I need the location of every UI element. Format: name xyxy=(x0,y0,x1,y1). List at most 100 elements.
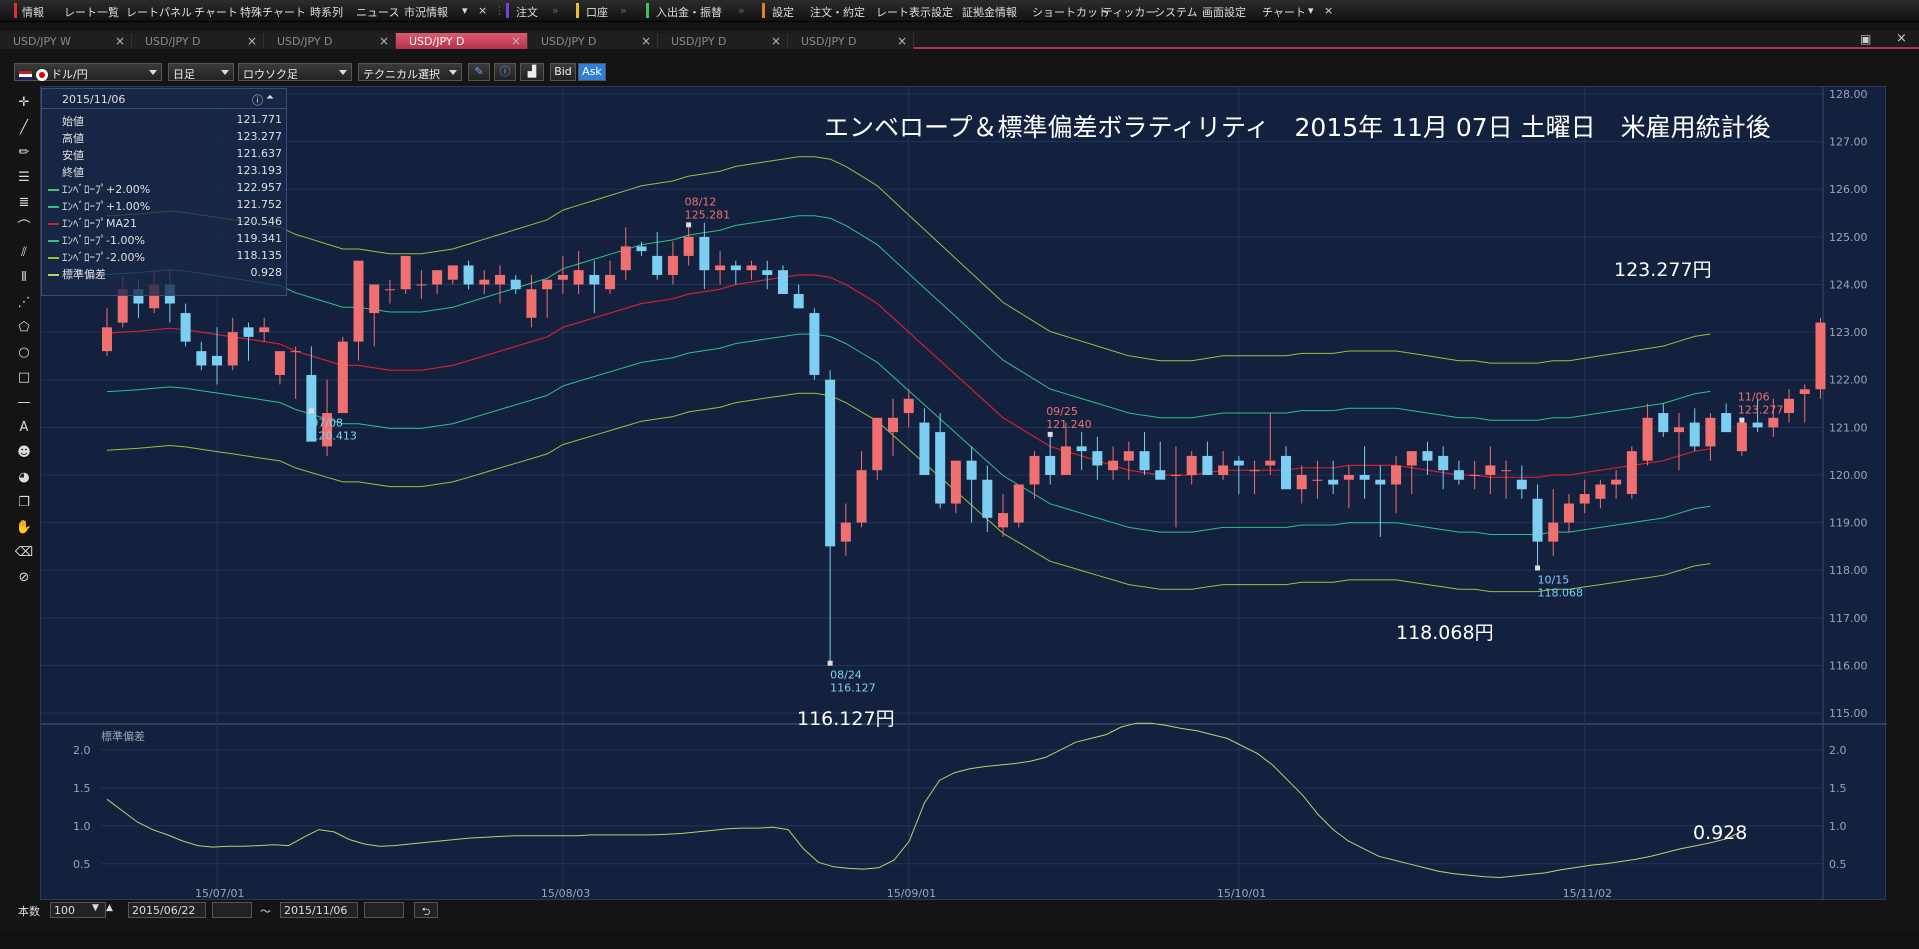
candle-body xyxy=(337,341,348,414)
close-window-icon[interactable]: × xyxy=(1896,31,1907,46)
menu-rate-display-settings[interactable]: レート表示設定 xyxy=(876,4,953,20)
candle-body xyxy=(1658,413,1669,433)
eraser-icon[interactable]: ⌫ xyxy=(12,542,36,564)
tab-label: USD/JPY D xyxy=(541,35,597,48)
info-icon[interactable]: ⓘ xyxy=(494,63,516,81)
menu-screen-settings[interactable]: 画面設定 xyxy=(1202,4,1246,20)
menu-chart-2[interactable]: チャート xyxy=(1262,4,1306,20)
crosshair-icon[interactable]: ✛ xyxy=(12,92,36,114)
candle-body xyxy=(290,351,301,353)
color-icon[interactable]: ◕ xyxy=(12,467,36,489)
close-icon[interactable]: × xyxy=(897,34,907,48)
menu-separator xyxy=(646,3,649,18)
info-row: ｴﾝﾍﾞﾛｰﾌﾟMA21 120.546 xyxy=(48,215,282,230)
rectangle-icon[interactable]: □ xyxy=(12,367,36,389)
menu-system[interactable]: システム xyxy=(1154,4,1198,20)
candle-body xyxy=(1391,465,1402,485)
polygon-icon[interactable]: ⬠ xyxy=(12,317,36,339)
menu-settings[interactable]: 設定 xyxy=(772,4,794,20)
candle-body xyxy=(1563,503,1574,523)
close-icon[interactable]: × xyxy=(247,34,257,48)
hline-icon[interactable]: — xyxy=(12,392,36,414)
vertical-lines-icon[interactable]: ⦀ xyxy=(12,267,36,289)
menu-news[interactable]: ニュース xyxy=(356,4,399,20)
fan-icon[interactable]: ⌒ xyxy=(12,217,36,239)
candle-body xyxy=(935,432,946,504)
trendline-icon[interactable]: ╱ xyxy=(12,117,36,139)
emoji-icon[interactable]: ☻ xyxy=(12,442,36,464)
candle-body xyxy=(1532,498,1543,542)
pen-icon[interactable]: ✎ xyxy=(468,63,490,81)
close-icon[interactable]: × xyxy=(641,34,651,48)
close-icon[interactable]: × xyxy=(771,34,781,48)
info-icon[interactable]: ⓘ xyxy=(252,92,263,108)
horizontal-lines-icon[interactable]: ☰ xyxy=(12,167,36,189)
menu-rate-list[interactable]: レート一覧 xyxy=(64,4,119,20)
menu-shortcut[interactable]: ショートカット xyxy=(1032,4,1109,20)
hand-icon[interactable]: ✋ xyxy=(12,517,36,539)
close-icon[interactable]: × xyxy=(478,4,487,17)
candle-body xyxy=(1752,422,1763,428)
currency-pair-label: ドル/円 xyxy=(51,68,88,81)
fibonacci-icon[interactable]: ≣ xyxy=(12,192,36,214)
tab-usdjpy-w[interactable]: USD/JPY W × xyxy=(0,33,132,49)
to-time-input[interactable] xyxy=(364,902,404,918)
info-row: 始値 121.771 xyxy=(48,113,282,128)
candle-body xyxy=(888,417,898,433)
to-date-input[interactable]: 2015/11/06 xyxy=(280,902,358,918)
y-tick-label: 125.00 xyxy=(1829,231,1868,244)
from-date-input[interactable]: 2015/06/22 xyxy=(128,902,206,918)
menu-timeseries[interactable]: 時系列 xyxy=(310,4,343,20)
refresh-button[interactable]: ⮌ xyxy=(414,902,438,918)
from-time-input[interactable] xyxy=(212,902,252,918)
menu-chart[interactable]: チャート xyxy=(194,4,238,20)
technical-select[interactable]: テクニカル選択 xyxy=(358,63,462,81)
menu-dropdown-icon[interactable]: ▾ xyxy=(1308,4,1314,17)
text-icon[interactable]: A xyxy=(12,417,36,439)
period-select[interactable]: 日足 xyxy=(168,63,234,81)
increment-icon[interactable]: ▲ xyxy=(106,903,113,913)
ruler-icon[interactable]: ✏ xyxy=(12,142,36,164)
copy-icon[interactable]: ❐ xyxy=(12,492,36,514)
menu-ticker[interactable]: ティッカー xyxy=(1102,4,1156,20)
close-icon[interactable]: × xyxy=(511,34,521,48)
tab-usdjpy-d-2[interactable]: USD/JPY D × xyxy=(264,33,396,49)
collapse-icon[interactable]: ⏶ xyxy=(266,92,274,103)
menu-dropdown-icon[interactable]: ▾ xyxy=(462,4,468,17)
candle-body xyxy=(573,270,584,285)
close-icon[interactable]: × xyxy=(1324,4,1333,17)
maximize-icon[interactable]: ▣ xyxy=(1860,32,1871,46)
circle-icon[interactable]: ○ xyxy=(12,342,36,364)
menu-special-chart[interactable]: 特殊チャート xyxy=(240,4,306,20)
info-row-label: 終値 xyxy=(62,166,84,179)
area-chart-icon[interactable]: ▟ xyxy=(520,63,544,81)
chart-style-select[interactable]: ロウソク足 xyxy=(238,63,352,81)
menu-order-execution[interactable]: 注文・約定 xyxy=(810,4,865,20)
decrement-icon[interactable]: ▼ xyxy=(92,903,99,913)
menu-order[interactable]: 注文 xyxy=(516,4,538,20)
close-icon[interactable]: × xyxy=(115,34,125,48)
price-chart-svg[interactable]: 115.00 116.00 117.00 118.00 119.00 120.00 121.… xyxy=(41,87,1887,903)
y-tick-label: 120.00 xyxy=(1829,469,1868,482)
pitchfork-icon[interactable]: ⋰ xyxy=(12,292,36,314)
chart-area[interactable]: 115.00 116.00 117.00 118.00 119.00 120.00 121.… xyxy=(40,86,1887,903)
menu-market-info[interactable]: 市況情報 xyxy=(404,4,448,20)
menu-info[interactable]: 情報 xyxy=(22,4,44,20)
bid-button[interactable]: Bid xyxy=(550,63,576,81)
menu-account[interactable]: 口座 xyxy=(586,4,608,20)
y-tick-label: 116.00 xyxy=(1829,659,1868,672)
menu-rate-panel[interactable]: レートパネル xyxy=(126,4,192,20)
tab-usdjpy-d-4[interactable]: USD/JPY D × xyxy=(528,33,658,49)
erase-all-icon[interactable]: ⊘ xyxy=(12,567,36,589)
menu-deposit-transfer[interactable]: 入出金・振替 xyxy=(656,4,722,20)
tab-usdjpy-d-5[interactable]: USD/JPY D × xyxy=(658,33,788,49)
tab-usdjpy-d-6[interactable]: USD/JPY D × xyxy=(788,33,914,49)
menu-margin-info[interactable]: 証拠金情報 xyxy=(962,4,1017,20)
tab-usdjpy-d-1[interactable]: USD/JPY D × xyxy=(132,33,264,49)
gann-icon[interactable]: ⫽ xyxy=(12,242,36,264)
extreme-marker xyxy=(827,660,833,666)
tab-usdjpy-d-active[interactable]: USD/JPY D × xyxy=(396,33,528,49)
ask-button[interactable]: Ask xyxy=(578,63,606,81)
currency-pair-select[interactable]: ドル/円 xyxy=(14,63,162,81)
close-icon[interactable]: × xyxy=(379,34,389,48)
